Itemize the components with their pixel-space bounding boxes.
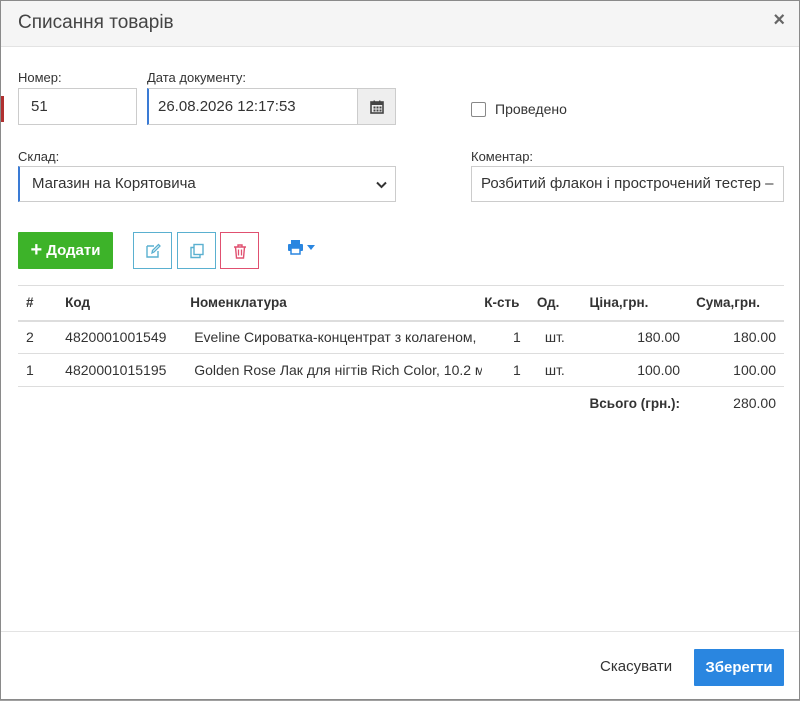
date-input[interactable]: 26.08.2026 12:17:53	[147, 88, 358, 125]
number-input[interactable]: 51	[18, 88, 137, 125]
dialog-header: Списання товарів ×	[1, 1, 799, 47]
cell-num: 1	[18, 353, 58, 387]
plus-icon: +	[30, 239, 43, 261]
col-header-code[interactable]: Код	[57, 285, 183, 322]
trash-icon	[233, 243, 246, 259]
date-label: Дата документу:	[147, 70, 246, 85]
cell-name: Golden Rose Лак для нігтів Rich Color, 1…	[182, 353, 483, 387]
posted-checkbox[interactable]	[471, 102, 486, 117]
cell-name: Eveline Сироватка-концентрат з колагеном…	[182, 320, 483, 354]
print-button[interactable]	[287, 239, 315, 255]
col-header-price[interactable]: Ціна,грн.	[581, 285, 689, 322]
cell-unit: шт.	[528, 353, 582, 387]
delete-button[interactable]	[220, 232, 259, 269]
caret-down-icon	[307, 244, 315, 250]
dialog-footer: Скасувати Зберегти	[1, 631, 799, 701]
close-icon[interactable]: ×	[773, 10, 785, 30]
comment-label: Коментар:	[471, 149, 534, 164]
add-button-label: Додати	[46, 242, 101, 259]
copy-button[interactable]	[177, 232, 216, 269]
table-row[interactable]: 2 4820001001549 Eveline Сироватка-концен…	[18, 320, 784, 354]
col-header-sum[interactable]: Сума,грн.	[688, 285, 784, 322]
total-value: 280.00	[733, 395, 776, 412]
calendar-icon	[369, 100, 384, 114]
warehouse-label: Склад:	[18, 149, 60, 164]
warehouse-value: Магазин на Корятовича	[32, 175, 196, 192]
cell-unit: шт.	[528, 320, 582, 354]
table-row[interactable]: 1 4820001015195 Golden Rose Лак для нігт…	[18, 353, 784, 387]
cell-sum: 180.00	[688, 320, 784, 354]
total-row: Всього (грн.): 280.00	[18, 387, 784, 420]
copy-icon	[189, 243, 204, 258]
cell-qty: 1	[482, 320, 529, 354]
cancel-button[interactable]: Скасувати	[600, 658, 672, 675]
cell-sum: 100.00	[688, 353, 784, 387]
print-icon	[288, 240, 303, 255]
save-button[interactable]: Зберегти	[694, 649, 784, 686]
col-header-name[interactable]: Номенклатура	[182, 285, 483, 322]
add-button[interactable]: + Додати	[18, 232, 113, 269]
posted-label: Проведено	[495, 101, 567, 117]
cell-num: 2	[18, 320, 58, 354]
cell-qty: 1	[482, 353, 529, 387]
col-header-num[interactable]: #	[18, 285, 58, 322]
edit-button[interactable]	[133, 232, 172, 269]
chevron-down-icon	[376, 181, 387, 189]
cell-price: 180.00	[581, 320, 689, 354]
dialog-title: Списання товарів	[18, 12, 174, 33]
warehouse-select[interactable]: Магазин на Корятовича	[18, 166, 396, 202]
edge-marker	[1, 96, 4, 122]
comment-input[interactable]: Розбитий флакон і прострочений тестер –	[471, 166, 784, 202]
col-header-qty[interactable]: К-сть	[482, 285, 529, 322]
items-table: # Код Номенклатура К-сть Од. Ціна,грн. С…	[18, 285, 784, 420]
calendar-button[interactable]	[357, 88, 396, 125]
write-off-dialog: Списання товарів × Номер: 51 Дата докуме…	[0, 0, 800, 700]
cell-price: 100.00	[581, 353, 689, 387]
cell-code: 4820001001549	[57, 320, 183, 354]
edit-icon	[145, 243, 161, 258]
table-header-row: # Код Номенклатура К-сть Од. Ціна,грн. С…	[18, 285, 784, 322]
col-header-unit[interactable]: Од.	[528, 285, 582, 322]
cell-code: 4820001015195	[57, 353, 183, 387]
total-label: Всього (грн.):	[589, 395, 681, 411]
number-label: Номер:	[18, 70, 62, 85]
